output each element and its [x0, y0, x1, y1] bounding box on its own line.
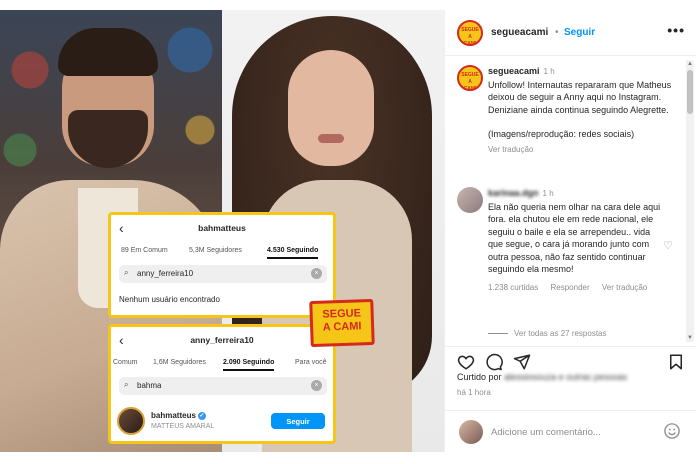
add-comment-bar: [445, 410, 696, 452]
share-paper-plane-icon[interactable]: [513, 353, 531, 371]
avatar: [459, 420, 483, 444]
see-translation-link[interactable]: Ver tradução: [488, 144, 680, 157]
comment-username[interactable]: karinaa.dgn: [488, 188, 539, 198]
result-username: bahmatteus: [151, 411, 196, 420]
post-photo[interactable]: ‹ bahmatteus 89 Em Comum 5,3M Seguidores…: [0, 10, 444, 452]
header-username[interactable]: segueacami: [491, 27, 548, 38]
caption-username[interactable]: segueacami: [488, 66, 540, 76]
heart-icon[interactable]: [457, 353, 475, 371]
following-screenshot-card-1: ‹ bahmatteus 89 Em Comum 5,3M Seguidores…: [108, 212, 336, 318]
card-search-value: anny_ferreira10: [137, 269, 194, 278]
card-profile-title: anny_ferreira10: [190, 335, 254, 345]
comment-time: 1 h: [542, 189, 554, 198]
result-full-name: MATTEUS AMARAL: [151, 423, 215, 430]
comment-text: Ela não queria nem olhar na cara dele aq…: [488, 201, 661, 275]
see-translation-link[interactable]: Ver tradução: [602, 283, 647, 292]
tab-seguidores: 5,3M Seguidores: [189, 247, 242, 254]
search-icon: ⌕: [124, 268, 129, 277]
comment-like-heart-icon[interactable]: ♡: [663, 239, 673, 252]
comment-bubble-icon[interactable]: [485, 353, 503, 371]
woman-face: [288, 50, 374, 166]
caption-credit: (Imagens/reprodução: redes sociais): [488, 129, 635, 139]
post-side-panel: SEGUE A CAMI segueacami • Seguir ••• SEGUE…: [444, 10, 696, 452]
comment-likes[interactable]: 1.238 curtidas: [488, 283, 538, 292]
avatar[interactable]: [457, 187, 483, 213]
card-follow-button: Seguir: [271, 413, 325, 429]
bookmark-icon[interactable]: [667, 353, 685, 371]
header-separator: •: [555, 27, 559, 38]
card-search-value: bahma: [137, 381, 162, 390]
tab-seguindo: 4.530 Seguindo: [267, 247, 319, 259]
comments-list[interactable]: SEGUE A CAMI segueacami 1 h Unfollow! Inter…: [445, 57, 696, 345]
liked-by-users[interactable]: alessiosouza e outras pessoas: [504, 372, 627, 382]
tab-para-voce: Para você: [295, 359, 327, 366]
card-tabs: 89 Em Comum 5,3M Seguidores 4.530 Seguin…: [111, 243, 333, 261]
post-actions-bar: [445, 346, 696, 372]
liked-by-text: Curtido por alessiosouza e outras pessoa…: [457, 372, 628, 382]
no-result-text: Nenhum usuário encontrado: [119, 295, 220, 304]
post-header: SEGUE A CAMI segueacami • Seguir •••: [445, 10, 696, 56]
tab-em-comum: Comum: [113, 359, 138, 366]
avatar: [117, 407, 145, 435]
card-search-field: ⌕ anny_ferreira10 ×: [119, 265, 327, 283]
caption-text: Unfollow! Internautas repararam que Math…: [488, 79, 672, 115]
search-icon: ⌕: [124, 380, 129, 389]
tab-em-comum: 89 Em Comum: [121, 247, 168, 254]
man-hair: [58, 28, 158, 76]
add-comment-input[interactable]: [491, 424, 651, 440]
post-timestamp[interactable]: há 1 hora: [457, 388, 491, 397]
following-screenshot-card-2: ‹ anny_ferreira10 Comum 1,6M Seguidores …: [108, 324, 336, 444]
follow-button[interactable]: Seguir: [564, 27, 595, 38]
caption-time: 1 h: [543, 67, 555, 76]
avatar[interactable]: SEGUE A CAMI: [457, 65, 483, 91]
woman-lips: [318, 134, 344, 143]
scroll-down-arrow-icon[interactable]: ▼: [686, 334, 694, 342]
scrollbar-thumb[interactable]: [687, 70, 693, 114]
tab-seguindo: 2.090 Seguindo: [223, 359, 275, 371]
card-profile-title: bahmatteus: [198, 223, 246, 233]
clear-icon: ×: [311, 268, 322, 279]
clear-icon: ×: [311, 380, 322, 391]
card-tabs: Comum 1,6M Seguidores 2.090 Seguindo Par…: [111, 355, 333, 373]
reply-button[interactable]: Responder: [551, 283, 590, 292]
avatar[interactable]: SEGUE A CAMI: [457, 20, 483, 46]
more-options-icon[interactable]: •••: [667, 22, 685, 38]
scroll-up-arrow-icon[interactable]: ▲: [686, 60, 694, 68]
search-result-user: bahmatteus ✓ MATTEUS AMARAL Seguir: [117, 407, 329, 439]
card-search-field: ⌕ bahma ×: [119, 377, 327, 395]
view-replies-link[interactable]: Ver todas as 27 respostas: [488, 329, 607, 338]
segue-a-cami-logo-stamp: SEGUE A CAMI: [309, 298, 375, 348]
emoji-smiley-icon[interactable]: [663, 422, 681, 440]
tab-seguidores: 1,6M Seguidores: [153, 359, 206, 366]
instagram-post-frame: ‹ bahmatteus 89 Em Comum 5,3M Seguidores…: [0, 0, 696, 464]
verified-badge-icon: ✓: [197, 411, 206, 420]
